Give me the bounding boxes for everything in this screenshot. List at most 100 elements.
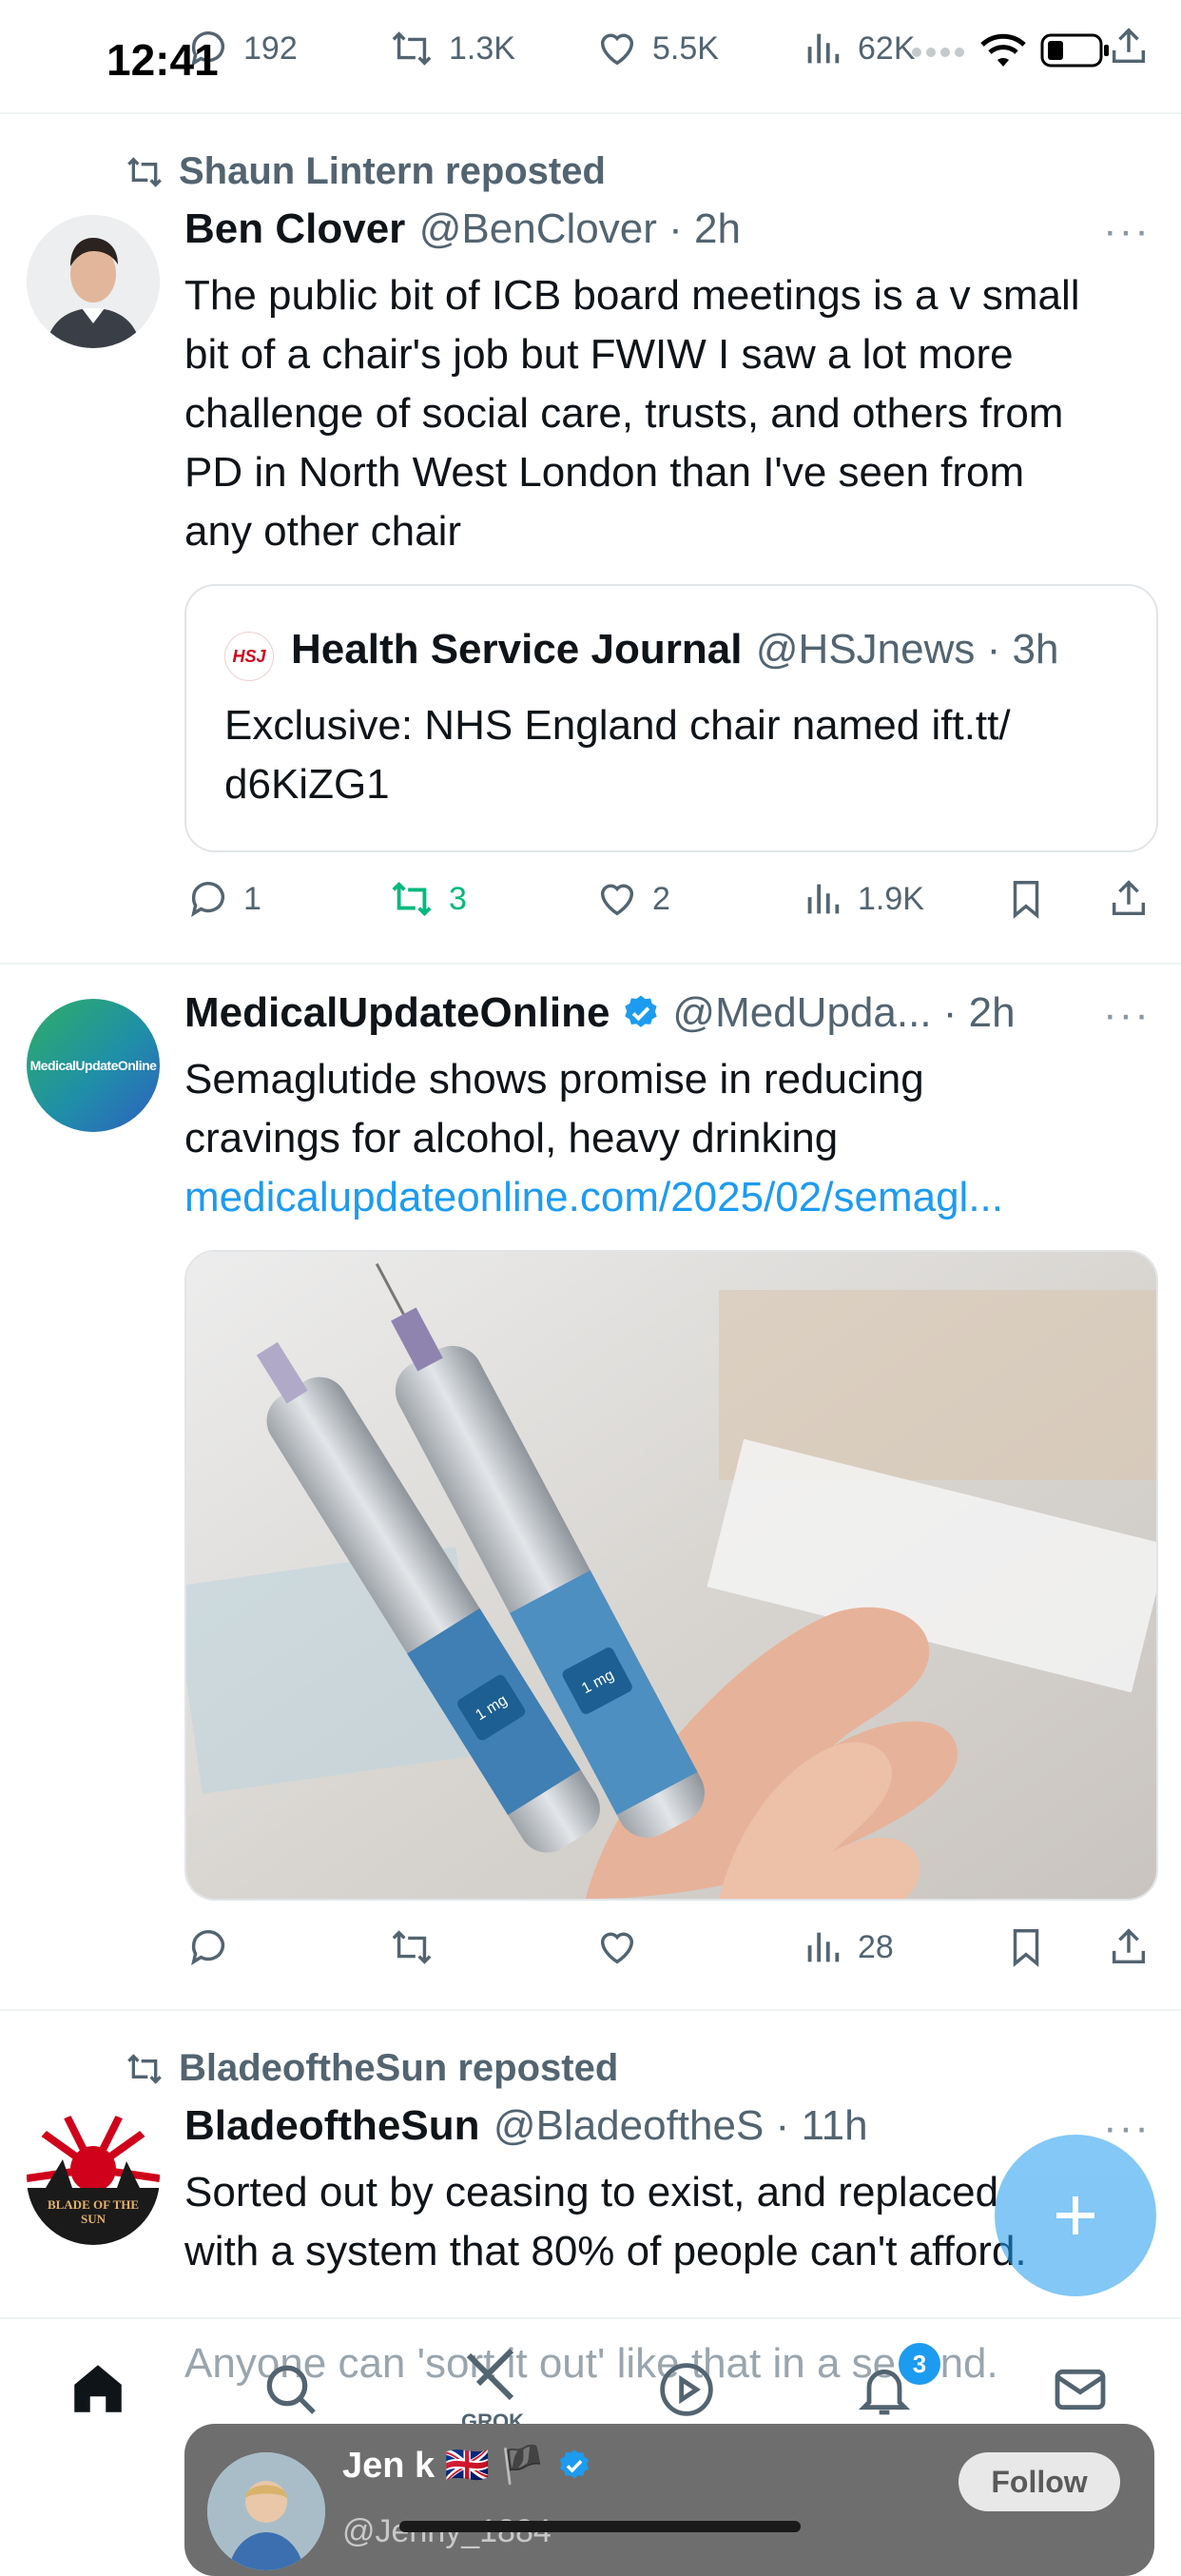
post-text-line: The public bit of ICB board meetings is …: [184, 272, 1080, 319]
avatar[interactable]: [27, 215, 160, 348]
post-text: The public bit of ICB board meetings is …: [184, 266, 1164, 561]
repost-button[interactable]: 3: [388, 877, 467, 921]
author-handle[interactable]: @BladeoftheS: [494, 2102, 764, 2149]
follow-suggestion-toast[interactable]: Jen k 🇬🇧 🏴 @Jenny_1884 Follow: [184, 2424, 1154, 2576]
reply-icon: [186, 877, 230, 921]
more-options-button[interactable]: ···: [1103, 207, 1151, 255]
post-text-line: bit of a chair's job but FWIW I saw a lo…: [184, 331, 1014, 378]
play-icon: [656, 2359, 717, 2420]
bookmark-icon: [1004, 1925, 1048, 1969]
divider: [0, 2009, 1181, 2011]
bookmark-button[interactable]: [1004, 877, 1048, 921]
post-time: 2h: [968, 989, 1016, 1036]
repost-label: BladeoftheSun reposted: [124, 2047, 618, 2090]
reply-count: 192: [243, 29, 298, 67]
follow-button[interactable]: Follow: [958, 2452, 1120, 2511]
nav-messages[interactable]: [1050, 2359, 1111, 2420]
heart-icon: [595, 1925, 639, 1969]
verified-badge-icon: [556, 2448, 592, 2484]
author-name[interactable]: MedicalUpdateOnline: [184, 989, 610, 1037]
search-icon: [261, 2359, 321, 2420]
grok-icon: [459, 2346, 526, 2403]
avatar[interactable]: BLADE OF THE SUN: [27, 2112, 160, 2245]
quoted-author-line: Health Service Journal @HSJnews · 3h: [291, 626, 1058, 673]
avatar[interactable]: MedicalUpdateOnline: [27, 999, 160, 1132]
quoted-author-name: Health Service Journal: [291, 626, 743, 673]
avatar-text: MedicalUpdateOnline: [29, 1058, 157, 1073]
views-button[interactable]: 28: [801, 1925, 894, 1969]
reply-button[interactable]: 1: [186, 877, 261, 921]
top-share-button[interactable]: [1107, 25, 1151, 68]
divider: [0, 963, 1181, 965]
views-count: 1.9K: [858, 880, 924, 917]
repost-button[interactable]: 1.3K: [388, 27, 515, 70]
quoted-post-time: 3h: [1012, 626, 1059, 673]
quoted-text-line: d6KiZG1: [224, 761, 390, 808]
quoted-post[interactable]: HSJ Health Service Journal @HSJnews · 3h…: [184, 584, 1158, 852]
post-link[interactable]: medicalupdateonline.com/2025/02/semagl..…: [184, 1168, 1164, 1227]
home-indicator: [399, 2521, 801, 2532]
heart-icon: [595, 877, 639, 921]
repost-icon: [124, 153, 165, 191]
post-text-line: Semaglutide shows promise in reducing: [184, 1056, 924, 1103]
suggestion-avatar[interactable]: [207, 2452, 325, 2570]
like-button[interactable]: 2: [595, 877, 670, 921]
battery-icon: [1040, 32, 1111, 68]
like-button[interactable]: [595, 1925, 639, 1969]
author-handle[interactable]: @BenClover: [419, 205, 657, 252]
signal-dots-icon: [911, 41, 966, 60]
repost-icon: [124, 2050, 165, 2088]
repost-label: Shaun Lintern reposted: [124, 150, 606, 193]
post-text-line: challenge of social care, trusts, and ot…: [184, 390, 1064, 437]
author-line: MedicalUpdateOnline @MedUpda... · 2h: [184, 989, 1016, 1037]
share-icon: [1107, 877, 1151, 921]
bookmark-button[interactable]: [1004, 1925, 1048, 1969]
plus-icon: [1047, 2187, 1104, 2244]
notifications-badge: 3: [896, 2340, 943, 2388]
nav-home[interactable]: [67, 2357, 129, 2420]
author-name[interactable]: Ben Clover: [184, 205, 405, 252]
like-count: 2: [652, 880, 670, 917]
views-button[interactable]: 62K: [801, 27, 916, 70]
post-time: 11h: [801, 2102, 868, 2149]
share-button[interactable]: [1107, 877, 1151, 921]
dot-separator: ·: [975, 626, 1013, 673]
views-icon: [801, 877, 844, 921]
post-time: 2h: [693, 205, 741, 252]
hsj-logo-text: HSJ: [232, 646, 266, 666]
views-button[interactable]: 1.9K: [801, 877, 924, 921]
like-count: 5.5K: [652, 29, 719, 67]
nav-grok[interactable]: GROK: [451, 2346, 534, 2434]
quoted-author-handle: @HSJnews: [755, 626, 976, 673]
views-icon: [801, 1925, 844, 1969]
quoted-text: Exclusive: NHS England chair named ift.t…: [224, 696, 1137, 814]
follow-button-label: Follow: [991, 2464, 1088, 2499]
share-button[interactable]: [1107, 1925, 1151, 1969]
status-icons: [911, 32, 1111, 68]
reply-icon: [186, 1925, 230, 1969]
nav-search[interactable]: [261, 2359, 321, 2420]
notifications-badge-count: 3: [912, 2349, 927, 2378]
author-name[interactable]: BladeoftheSun: [184, 2102, 479, 2149]
share-icon: [1107, 25, 1151, 68]
dot-separator: ·: [656, 205, 694, 252]
repost-icon: [388, 877, 436, 921]
like-button[interactable]: 5.5K: [595, 27, 719, 70]
reply-button[interactable]: [186, 1925, 230, 1969]
verified-badge-icon: [621, 993, 661, 1033]
home-icon: [67, 2357, 129, 2420]
repost-button[interactable]: [388, 1925, 436, 1969]
compose-button[interactable]: [995, 2135, 1156, 2296]
post-text-line: any other chair: [184, 508, 462, 555]
post-image[interactable]: 1 mg 1 mg: [184, 1250, 1158, 1901]
repost-icon: [388, 1925, 436, 1969]
nav-video[interactable]: [656, 2359, 717, 2420]
nav-notifications[interactable]: 3: [854, 2340, 943, 2420]
status-time: 12:41: [106, 35, 219, 85]
suggestion-name[interactable]: Jen k 🇬🇧 🏴: [342, 2445, 545, 2487]
author-handle[interactable]: @MedUpda...: [672, 989, 931, 1037]
dot-separator: ·: [764, 2102, 802, 2149]
quoted-text-line: Exclusive: NHS England chair named ift.t…: [224, 702, 1011, 749]
more-options-button[interactable]: ···: [1103, 991, 1151, 1039]
repost-label-text: Shaun Lintern reposted: [179, 150, 606, 192]
